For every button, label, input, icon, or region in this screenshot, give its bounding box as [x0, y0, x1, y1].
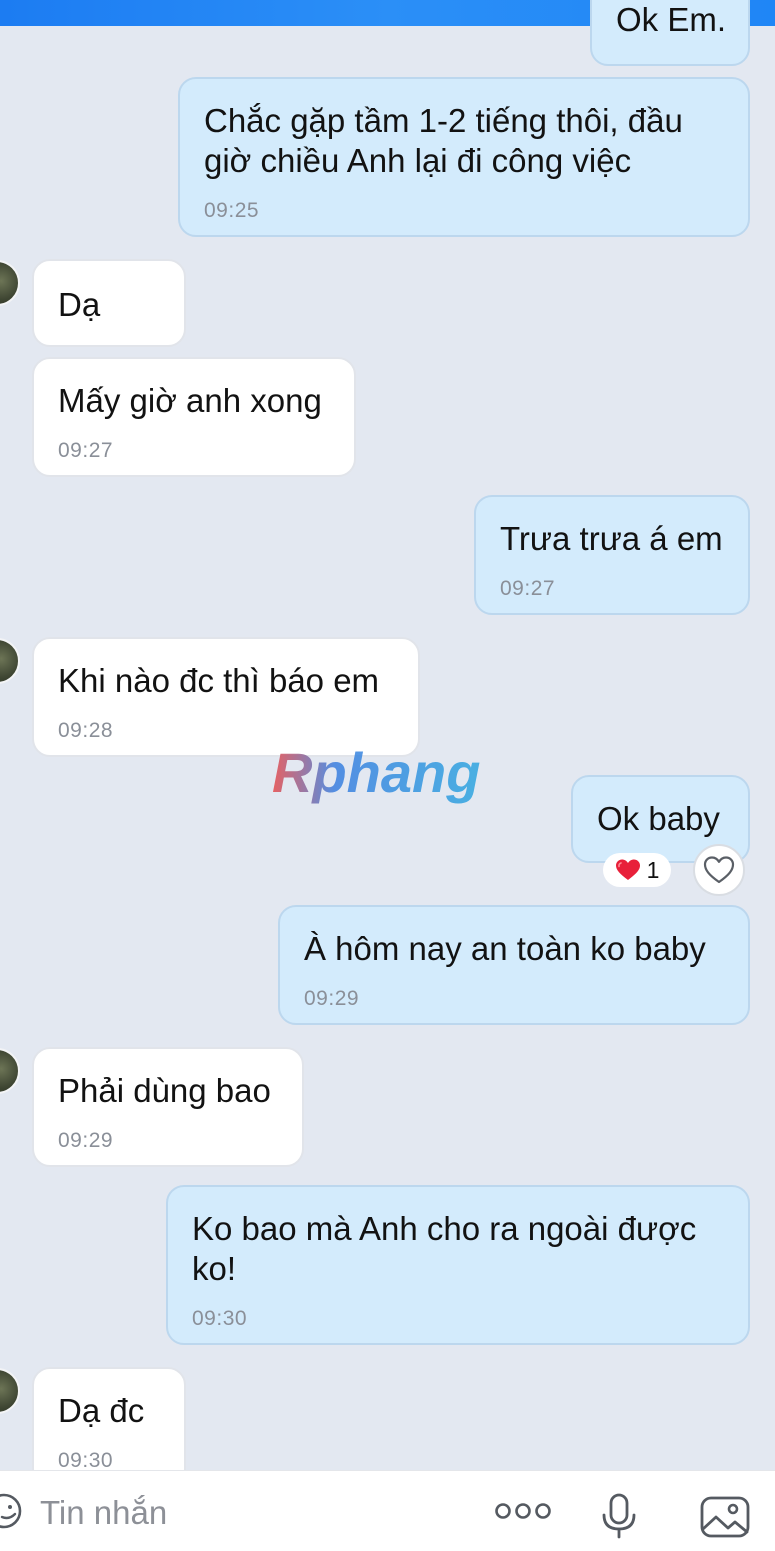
message-text: Mấy giờ anh xong [58, 382, 322, 419]
message-time: 09:28 [58, 719, 114, 742]
message-bubble-incoming[interactable]: Dạ đc 09:30 [32, 1367, 186, 1487]
message-text-line: Chắc gặp tầm 1-2 tiếng thôi, đầu [204, 102, 683, 139]
message-input[interactable] [40, 1493, 470, 1533]
message-text: À hôm nay an toàn ko baby [304, 930, 706, 967]
message-bubble-outgoing[interactable]: À hôm nay an toàn ko baby 09:29 [278, 905, 750, 1025]
svg-text:Rphang: Rphang [272, 741, 480, 804]
contact-avatar[interactable] [0, 260, 20, 306]
message-text: Trưa trưa á em [500, 520, 723, 557]
message-text: Ok Em. [616, 1, 727, 38]
message-time: 09:29 [304, 987, 360, 1010]
message-bubble-outgoing[interactable]: Trưa trưa á em 09:27 [474, 495, 750, 615]
message-bubble-incoming[interactable]: Dạ [32, 259, 186, 347]
message-time: 09:25 [204, 199, 260, 222]
message-time: 09:30 [192, 1307, 248, 1330]
contact-avatar[interactable] [0, 638, 20, 684]
message-bubble-outgoing[interactable]: Ko bao mà Anh cho ra ngoài được ko! 09:3… [166, 1185, 750, 1345]
message-bubble-outgoing[interactable]: Ok Em. [590, 0, 750, 66]
watermark-logo: Rphang [272, 741, 480, 804]
reaction-badge[interactable]: 1 [603, 853, 671, 887]
message-text-line: ko! [192, 1250, 237, 1287]
message-text-line: giờ chiều Anh lại đi công việc [204, 142, 632, 179]
message-text: Dạ đc [58, 1392, 145, 1429]
more-options-icon[interactable] [494, 1501, 552, 1521]
microphone-icon[interactable] [600, 1493, 638, 1539]
message-bubble-incoming[interactable]: Phải dùng bao 09:29 [32, 1047, 304, 1167]
message-bubble-incoming[interactable]: Mấy giờ anh xong 09:27 [32, 357, 356, 477]
emoji-icon[interactable] [0, 1491, 24, 1531]
heart-like-icon [703, 856, 735, 884]
message-composer-bar [0, 1470, 775, 1551]
message-time: 09:29 [58, 1129, 114, 1152]
contact-avatar[interactable] [0, 1048, 20, 1094]
message-text: Ok baby [597, 800, 720, 837]
message-time: 09:27 [500, 577, 556, 600]
message-time: 09:27 [58, 439, 114, 462]
message-text: Dạ [58, 286, 101, 323]
contact-avatar[interactable] [0, 1368, 20, 1414]
like-button[interactable] [693, 844, 745, 896]
heart-reaction-icon [615, 859, 640, 880]
message-text-line: Ko bao mà Anh cho ra ngoài được [192, 1210, 697, 1247]
reaction-count: 1 [646, 856, 660, 883]
message-bubble-outgoing[interactable]: Chắc gặp tầm 1-2 tiếng thôi, đầu giờ chi… [178, 77, 750, 237]
message-text: Khi nào đc thì báo em [58, 662, 380, 699]
image-icon[interactable] [700, 1495, 750, 1539]
message-text: Phải dùng bao [58, 1072, 271, 1109]
